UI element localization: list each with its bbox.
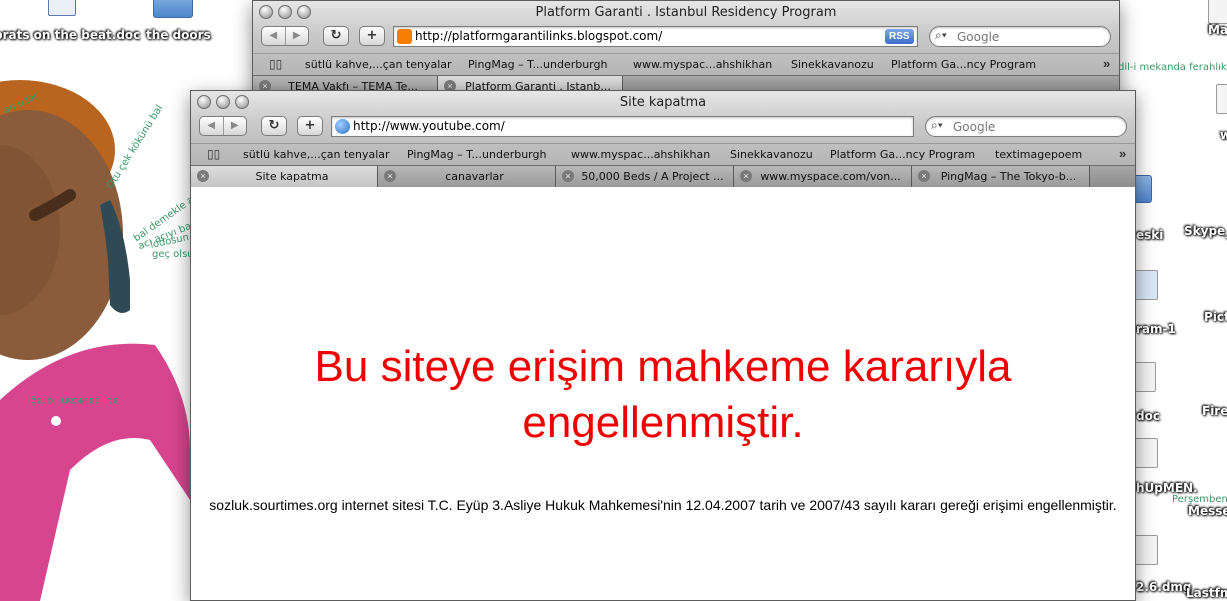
wallpaper-text: geç olsu — [152, 249, 194, 260]
open-book-icon[interactable]: ▯▯ — [207, 147, 220, 161]
back-arrow-icon[interactable]: ◀ — [262, 27, 286, 45]
bookmark-item[interactable]: Platform Ga...ncy Program — [891, 58, 1036, 71]
bookmark-item[interactable]: Sinekkavanozu — [791, 58, 874, 71]
magnifier-icon: ⌕▾ — [931, 118, 943, 132]
bookmarks-bar: ▯▯ sütlü kahve,...çan tenyalar PingMag –… — [253, 53, 1119, 75]
back-arrow-icon[interactable]: ◀ — [200, 117, 224, 135]
url-text[interactable]: http://www.youtube.com/ — [353, 119, 505, 133]
bookmark-item[interactable]: www.myspac...ahshikhan — [633, 58, 772, 71]
folder-icon[interactable] — [153, 0, 193, 18]
bookmark-item[interactable]: textimagepoem — [995, 148, 1082, 161]
bookmark-item[interactable]: Platform Ga...ncy Program — [830, 148, 975, 161]
desktop-icon-label[interactable]: Skype_ — [1184, 224, 1227, 238]
back-forward-buttons[interactable]: ◀ ▶ — [261, 26, 309, 46]
wallpaper-text: acı patlıcanı kırağ — [30, 395, 119, 406]
tab[interactable]: × canavarlar — [378, 166, 556, 187]
address-bar[interactable]: http://platformgarantilinks.blogspot.com… — [393, 26, 918, 47]
word-document-icon[interactable] — [48, 0, 76, 16]
reload-button[interactable]: ↻ — [261, 116, 287, 136]
tab-label: www.myspace.com/von... — [760, 170, 901, 183]
wallpaper-text: dil-i mekanda ferahlık va — [1118, 62, 1227, 73]
tab[interactable]: × Site kapatma — [191, 166, 378, 187]
browser-window-front[interactable]: Site kapatma ◀ ▶ ↻ + http://www.youtube.c… — [190, 90, 1136, 601]
bookmark-item[interactable]: sütlü kahve,...çan tenyalar — [305, 58, 452, 71]
tab-label: canavarlar — [445, 170, 504, 183]
bookmark-item[interactable]: Sinekkavanozu — [730, 148, 813, 161]
bookmark-item[interactable]: PingMag – T...underburgh — [407, 148, 546, 161]
bookmark-item[interactable]: www.myspac...ahshikhan — [571, 148, 710, 161]
tab[interactable]: × 50,000 Beds / A Project ... — [556, 166, 734, 187]
browser-window-back[interactable]: Platform Garanti . Istanbul Residency Pr… — [252, 0, 1120, 100]
tab[interactable]: × PingMag – The Tokyo-b... — [912, 166, 1090, 187]
chevron-right-icon[interactable]: » — [1103, 56, 1110, 71]
chevron-right-icon[interactable]: » — [1119, 146, 1126, 161]
desktop-icon-label[interactable]: Ma — [1208, 23, 1227, 37]
tab-close-icon[interactable]: × — [384, 170, 396, 182]
desktop-icon-label[interactable]: doc — [1136, 409, 1160, 423]
magnifier-icon: ⌕▾ — [935, 28, 947, 42]
desktop-icon-label[interactable]: w — [1220, 128, 1227, 142]
forward-arrow-icon[interactable]: ▶ — [224, 117, 247, 135]
document-icon[interactable] — [1208, 0, 1227, 24]
window-title: Site kapatma — [619, 95, 707, 110]
tab-label: Site kapatma — [255, 170, 329, 183]
back-forward-buttons[interactable]: ◀ ▶ — [199, 116, 247, 136]
desktop-icon-label[interactable]: brats on the beat.doc — [0, 28, 140, 42]
tab-close-icon[interactable]: × — [197, 170, 209, 182]
search-field[interactable]: ⌕▾ Google — [929, 26, 1111, 47]
block-heading: Bu siteye erişim mahkeme kararıyla engel… — [314, 342, 1012, 447]
bookmark-item[interactable]: sütlü kahve,...çan tenyalar — [243, 148, 390, 161]
forward-arrow-icon[interactable]: ▶ — [286, 27, 309, 45]
blogger-favicon-icon — [397, 29, 412, 44]
desktop-icon-label[interactable]: Pictu — [1204, 310, 1227, 324]
desktop-icon-label[interactable]: Lastfm — [1186, 586, 1227, 600]
tab-bar: × Site kapatma × canavarlar × 50,000 Bed… — [191, 165, 1135, 187]
reload-button[interactable]: ↻ — [323, 26, 349, 46]
tab-label: 50,000 Beds / A Project ... — [581, 170, 724, 183]
block-detail: sozluk.sourtimes.org internet sitesi T.C… — [209, 497, 1117, 513]
address-bar[interactable]: http://www.youtube.com/ — [331, 116, 914, 137]
search-field[interactable]: ⌕▾ Google — [925, 116, 1127, 137]
desktop-icon-label[interactable]: hUpMEN. — [1136, 481, 1198, 495]
document-icon[interactable] — [1216, 84, 1227, 114]
url-text[interactable]: http://platformgarantilinks.blogspot.com… — [415, 29, 662, 43]
page-content: Bu siteye erişim mahkeme kararıyla engel… — [191, 187, 1135, 600]
toolbar: ◀ ▶ ↻ + http://platformgarantilinks.blogs… — [253, 23, 1119, 53]
toolbar: ◀ ▶ ↻ + http://www.youtube.com/ ⌕▾ Google — [191, 113, 1135, 143]
title-bar[interactable]: Site kapatma — [191, 91, 1135, 113]
globe-favicon-icon — [335, 119, 350, 134]
title-bar[interactable]: Platform Garanti . Istanbul Residency Pr… — [253, 1, 1119, 23]
tab-close-icon[interactable]: × — [918, 170, 930, 182]
desktop-icon-label[interactable]: the doors — [146, 28, 211, 42]
desktop-icon-label[interactable]: Messe — [1188, 504, 1227, 518]
wallpaper-illustration — [0, 80, 190, 601]
desktop-icon-label[interactable]: Fire — [1202, 404, 1227, 418]
add-bookmark-button[interactable]: + — [297, 116, 323, 136]
rss-button[interactable]: RSS — [885, 29, 914, 44]
tab-close-icon[interactable]: × — [562, 170, 574, 182]
desktop-icon-label[interactable]: 2.6.dmg — [1136, 580, 1192, 594]
search-placeholder: Google — [957, 30, 1000, 44]
desktop-icon-label[interactable]: eski — [1136, 228, 1163, 242]
tab-label: PingMag – The Tokyo-b... — [940, 170, 1077, 183]
open-book-icon[interactable]: ▯▯ — [269, 57, 282, 71]
tab-close-icon[interactable]: × — [740, 170, 752, 182]
search-placeholder: Google — [953, 120, 996, 134]
window-title: Platform Garanti . Istanbul Residency Pr… — [535, 5, 837, 20]
add-bookmark-button[interactable]: + — [359, 26, 385, 46]
bookmark-item[interactable]: PingMag – T...underburgh — [468, 58, 607, 71]
tab[interactable]: × www.myspace.com/von... — [734, 166, 912, 187]
bookmarks-bar: ▯▯ sütlü kahve,...çan tenyalar PingMag –… — [191, 143, 1135, 165]
desktop-icon-label[interactable]: ram-1 — [1136, 322, 1176, 336]
